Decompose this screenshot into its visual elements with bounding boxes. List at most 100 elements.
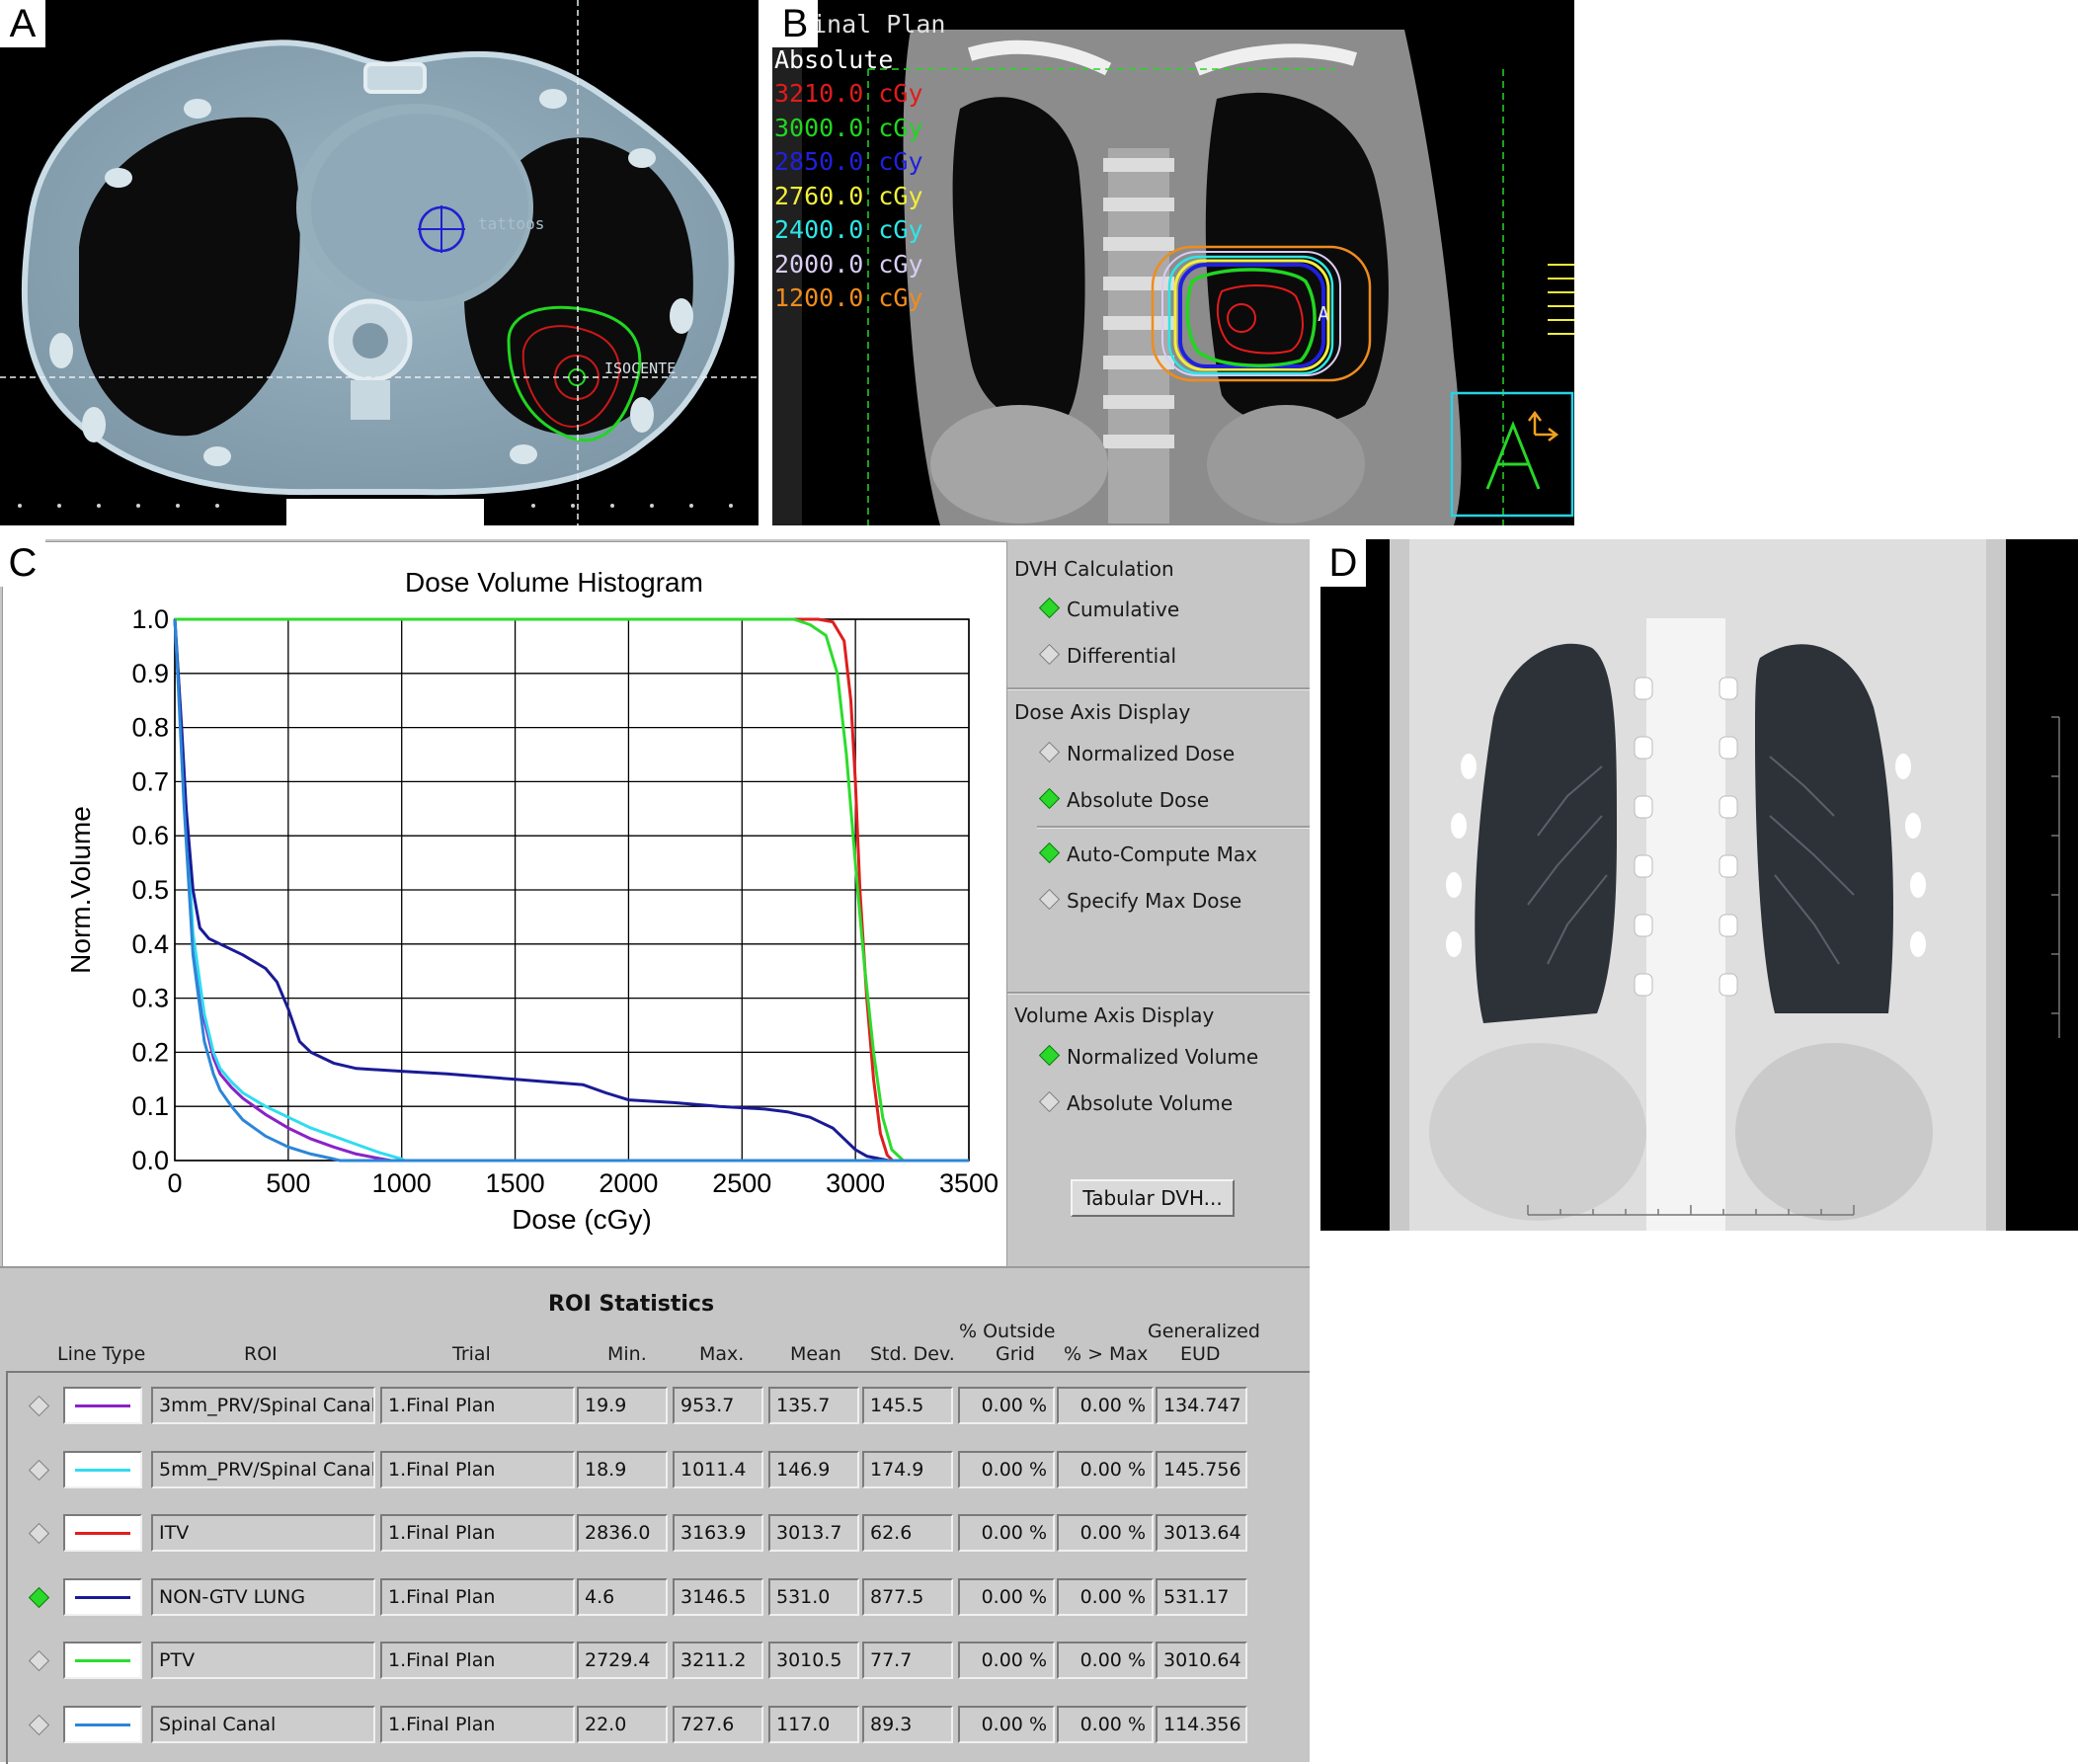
y-tick-label: 0.8 [131, 713, 169, 743]
volume-axis-heading: Volume Axis Display [1014, 1003, 1215, 1027]
col-outside-grid-2: Grid [996, 1343, 1035, 1365]
auto-compute-max-label[interactable]: Auto-Compute Max [1067, 842, 1257, 866]
col-eud-1: Generalized [1148, 1321, 1260, 1342]
roi-line-sample [75, 1595, 130, 1599]
roi-line-type-swatch[interactable] [63, 1387, 142, 1424]
tattoos-label: tattoos [478, 214, 544, 233]
differential-radio[interactable] [1038, 643, 1061, 666]
roi-cell-eud: 3010.64 [1156, 1642, 1247, 1679]
isodose-2000: 2000.0 cGy [774, 249, 923, 279]
cumulative-radio[interactable] [1038, 597, 1061, 619]
roi-cell-max: 3211.2 [673, 1642, 763, 1679]
roi-line-type-swatch[interactable] [63, 1705, 142, 1743]
col-max: Max. [699, 1343, 745, 1365]
roi-cell-roi: Spinal Canal [151, 1705, 375, 1743]
roi-cell-mean: 117.0 [768, 1705, 859, 1743]
roi-cell-over-max: 0.00 % [1057, 1450, 1154, 1488]
roi-cell-trial: 1.Final Plan [380, 1705, 575, 1743]
roi-cell-outside: 0.00 % [958, 1705, 1055, 1743]
x-axis-label: Dose (cGy) [512, 1204, 652, 1235]
roi-statistics-title: ROI Statistics [548, 1292, 715, 1317]
roi-cell-outside: 0.00 % [958, 1642, 1055, 1679]
roi-cell-std: 145.5 [862, 1387, 953, 1424]
roi-cell-max: 3163.9 [673, 1514, 763, 1552]
roi-line-sample [75, 1659, 130, 1662]
tabular-dvh-button[interactable]: Tabular DVH... [1071, 1179, 1235, 1217]
absolute-volume-label[interactable]: Absolute Volume [1067, 1091, 1233, 1115]
roi-cell-trial: 1.Final Plan [380, 1577, 575, 1616]
roi-line-type-swatch[interactable] [63, 1642, 142, 1679]
col-min: Min. [607, 1343, 647, 1365]
specify-max-dose-label[interactable]: Specify Max Dose [1067, 889, 1241, 913]
roi-cell-roi: NON-GTV LUNG [151, 1577, 375, 1616]
roi-cell-eud: 531.17 [1156, 1577, 1247, 1616]
roi-line-type-swatch[interactable] [63, 1577, 142, 1616]
panel-letter-d: D [1320, 539, 1366, 587]
roi-cell-max: 953.7 [673, 1387, 763, 1424]
y-tick-label: 0.3 [131, 984, 169, 1013]
plan-title: inal Plan [812, 10, 946, 39]
absolute-label: Absolute [774, 45, 894, 74]
dvh-plot-area: 0 500 1000 1500 2000 2500 3000 3500 0.0 0.1 0.2 0.3… [2, 541, 1007, 1268]
roi-cell-trial: 1.Final Plan [380, 1514, 575, 1552]
roi-cell-trial: 1.Final Plan [380, 1642, 575, 1679]
roi-line-sample [75, 1723, 130, 1726]
dvh-options-panel: DVH Calculation Cumulative Differential … [1007, 539, 1310, 1266]
absolute-dose-radio[interactable] [1038, 787, 1061, 810]
roi-cell-eud: 145.756 [1156, 1450, 1247, 1488]
isodose-2760: 2760.0 cGy [774, 181, 923, 210]
panel-letter-a: A [0, 0, 45, 47]
roi-cell-mean: 146.9 [768, 1450, 859, 1488]
roi-cell-min: 4.6 [577, 1577, 668, 1616]
specify-max-dose-radio[interactable] [1038, 888, 1061, 911]
cumulative-label[interactable]: Cumulative [1067, 598, 1179, 621]
x-tick-label: 3000 [826, 1168, 885, 1198]
x-tick-label: 2000 [599, 1168, 658, 1198]
roi-cell-outside: 0.00 % [958, 1577, 1055, 1616]
x-tick-label: 2500 [712, 1168, 771, 1198]
roi-cell-mean: 3010.5 [768, 1642, 859, 1679]
isodose-2850: 2850.0 cGy [774, 147, 923, 176]
roi-cell-eud: 134.747 [1156, 1387, 1247, 1424]
roi-statistics-panel: ROI Statistics Line Type ROI Trial Min. … [0, 1266, 1310, 1764]
dose-axis-heading: Dose Axis Display [1014, 700, 1191, 724]
roi-cell-eud: 3013.64 [1156, 1514, 1247, 1552]
roi-cell-std: 77.7 [862, 1642, 953, 1679]
y-tick-label: 0.5 [131, 875, 169, 905]
roi-cell-min: 18.9 [577, 1450, 668, 1488]
roi-cell-over-max: 0.00 % [1057, 1705, 1154, 1743]
panel-letter-c: C [0, 539, 45, 587]
normalized-volume-label[interactable]: Normalized Volume [1067, 1045, 1258, 1069]
roi-cell-min: 2836.0 [577, 1514, 668, 1552]
roi-line-type-swatch[interactable] [63, 1450, 142, 1488]
roi-cell-outside: 0.00 % [958, 1514, 1055, 1552]
y-tick-label: 0.0 [131, 1146, 169, 1175]
roi-cell-roi: 5mm_PRV/Spinal Canal [151, 1450, 375, 1488]
options-divider [1037, 826, 1310, 829]
y-tick-label: 0.6 [131, 821, 169, 850]
y-tick-label: 0.1 [131, 1091, 169, 1121]
roi-cell-min: 19.9 [577, 1387, 668, 1424]
normalized-dose-radio[interactable] [1038, 741, 1061, 763]
roi-line-sample [75, 1532, 130, 1535]
options-divider [1007, 687, 1310, 690]
col-over-max: % > Max [1064, 1343, 1149, 1365]
y-tick-label: 0.4 [131, 929, 169, 959]
absolute-volume-radio[interactable] [1038, 1090, 1061, 1113]
roi-cell-min: 2729.4 [577, 1642, 668, 1679]
isocenter-label: ISOCENTE [604, 360, 676, 377]
y-tick-label: 0.7 [131, 766, 169, 796]
roi-line-type-swatch[interactable] [63, 1514, 142, 1552]
col-mean: Mean [790, 1343, 841, 1365]
x-tick-label: 500 [266, 1168, 310, 1198]
auto-compute-max-radio[interactable] [1038, 842, 1061, 864]
y-tick-label: 0.2 [131, 1037, 169, 1067]
normalized-volume-radio[interactable] [1038, 1044, 1061, 1067]
dvh-chart: 0 500 1000 1500 2000 2500 3000 3500 0.0 0.1 0.2 0.3… [65, 567, 999, 1235]
normalized-dose-label[interactable]: Normalized Dose [1067, 742, 1235, 765]
roi-cell-over-max: 0.00 % [1057, 1577, 1154, 1616]
x-tick-label: 0 [167, 1168, 182, 1198]
absolute-dose-label[interactable]: Absolute Dose [1067, 788, 1209, 812]
differential-label[interactable]: Differential [1067, 644, 1176, 668]
roi-cell-roi: 3mm_PRV/Spinal Canal [151, 1387, 375, 1424]
